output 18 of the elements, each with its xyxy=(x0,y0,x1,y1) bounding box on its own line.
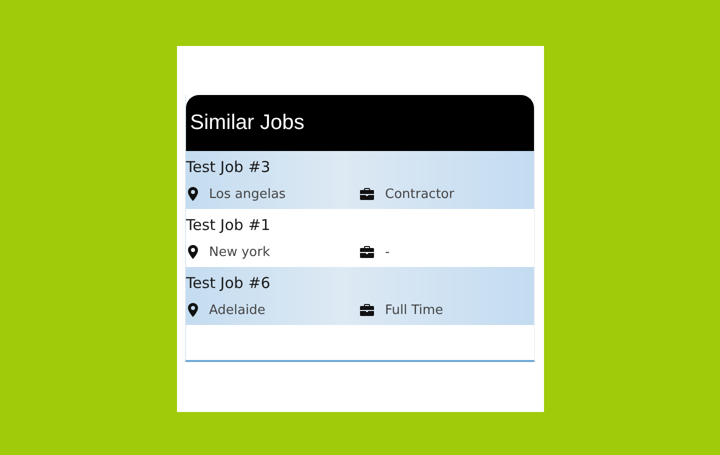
job-location: Los angelas xyxy=(209,186,286,202)
job-title: Test Job #1 xyxy=(186,215,272,236)
job-type: Contractor xyxy=(385,186,454,202)
job-list-item[interactable]: Test Job #3 Los angelas Contractor xyxy=(186,151,534,209)
location-pin-icon xyxy=(188,245,198,259)
briefcase-icon xyxy=(360,304,374,316)
job-title: Test Job #6 xyxy=(186,273,272,294)
location-pin-icon xyxy=(188,187,198,201)
job-location: New york xyxy=(209,244,270,260)
job-list-item[interactable]: Test Job #6 Adelaide Full Time xyxy=(186,267,534,325)
briefcase-icon xyxy=(360,188,374,200)
job-title: Test Job #3 xyxy=(186,157,272,178)
briefcase-icon xyxy=(360,246,374,258)
job-type: Full Time xyxy=(385,302,444,318)
job-type: - xyxy=(385,244,390,260)
card-title: Similar Jobs xyxy=(190,111,304,135)
location-pin-icon xyxy=(188,303,198,317)
job-location: Adelaide xyxy=(209,302,266,318)
